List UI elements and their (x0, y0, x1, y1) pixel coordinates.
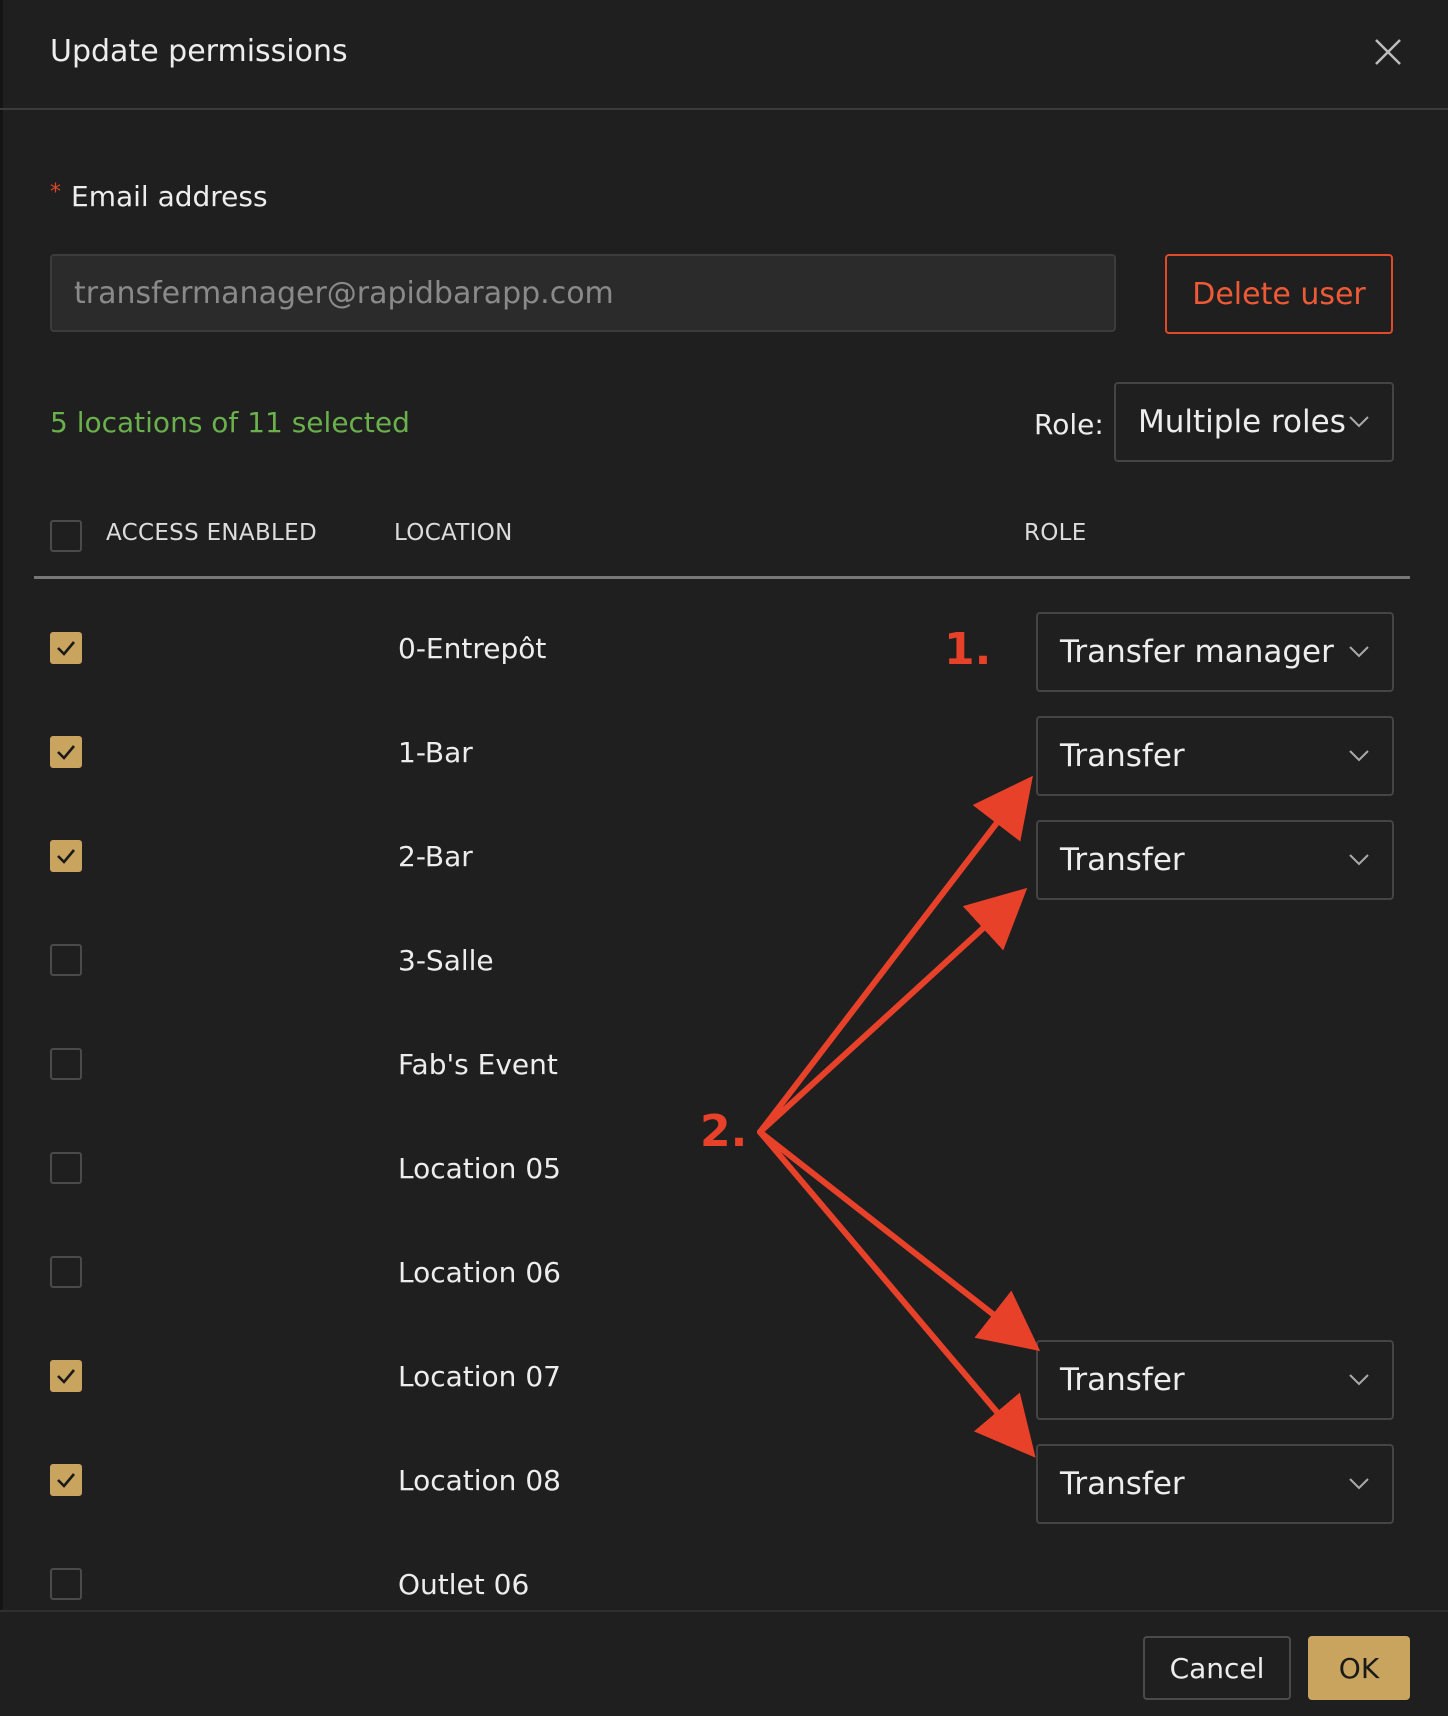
table-row: 3-Salle (0, 910, 1448, 1014)
location-name: Fab's Event (398, 1048, 558, 1081)
close-icon (1375, 39, 1401, 65)
access-checkbox[interactable] (50, 1152, 82, 1184)
check-icon (57, 1473, 75, 1488)
table-row: Fab's Event (0, 1014, 1448, 1118)
role-filter-label: Role: (1034, 408, 1104, 441)
role-filter-select[interactable]: Multiple roles (1114, 382, 1394, 462)
role-select[interactable]: Transfer (1036, 1444, 1394, 1524)
chevron-down-icon (1349, 416, 1369, 428)
table-row: Location 06 (0, 1222, 1448, 1326)
chevron-down-icon (1349, 854, 1369, 866)
chevron-down-icon (1349, 1374, 1369, 1386)
role-select[interactable]: Transfer (1036, 820, 1394, 900)
role-value: Transfer (1060, 1466, 1185, 1502)
location-name: 3-Salle (398, 944, 494, 977)
chevron-down-icon (1349, 646, 1369, 658)
access-checkbox[interactable] (50, 944, 82, 976)
cancel-button[interactable]: Cancel (1143, 1636, 1291, 1700)
access-checkbox[interactable] (50, 736, 82, 768)
location-name: 1-Bar (398, 736, 473, 769)
role-filter-value: Multiple roles (1138, 404, 1346, 440)
select-all-checkbox[interactable] (50, 520, 82, 552)
column-access-enabled: ACCESS ENABLED (106, 520, 317, 546)
location-name: 0-Entrepôt (398, 632, 547, 665)
dialog-header: Update permissions (0, 0, 1448, 110)
access-checkbox[interactable] (50, 1568, 82, 1600)
dialog-title: Update permissions (50, 34, 348, 69)
role-value: Transfer (1060, 842, 1185, 878)
role-select[interactable]: Transfer (1036, 1340, 1394, 1420)
table-row: 1-Bar Transfer (0, 702, 1448, 806)
location-name: Location 05 (398, 1152, 561, 1185)
role-select[interactable]: Transfer (1036, 716, 1394, 796)
access-checkbox[interactable] (50, 1048, 82, 1080)
column-role: ROLE (1024, 520, 1087, 546)
table-row: 0-Entrepôt Transfer manager (0, 598, 1448, 702)
chevron-down-icon (1349, 1478, 1369, 1490)
role-value: Transfer (1060, 1362, 1185, 1398)
annotation-label-1: 1. (944, 624, 992, 675)
check-icon (57, 849, 75, 864)
role-value: Transfer (1060, 738, 1185, 774)
email-field[interactable] (50, 254, 1116, 332)
role-value: Transfer manager (1060, 634, 1334, 670)
check-icon (57, 1369, 75, 1384)
access-checkbox[interactable] (50, 840, 82, 872)
column-location: LOCATION (394, 520, 513, 546)
access-checkbox[interactable] (50, 632, 82, 664)
access-checkbox[interactable] (50, 1464, 82, 1496)
email-label-text: Email address (71, 180, 268, 213)
table-row: Location 07 Transfer (0, 1326, 1448, 1430)
annotation-label-2: 2. (700, 1106, 748, 1157)
chevron-down-icon (1349, 750, 1369, 762)
location-name: Location 08 (398, 1464, 561, 1497)
selection-summary: 5 locations of 11 selected (50, 406, 410, 439)
table-header: ACCESS ENABLED LOCATION ROLE (34, 500, 1410, 579)
ok-button[interactable]: OK (1308, 1636, 1410, 1700)
update-permissions-dialog: Update permissions * Email address Delete… (0, 0, 1448, 1716)
check-icon (57, 641, 75, 656)
location-name: Location 06 (398, 1256, 561, 1289)
role-select[interactable]: Transfer manager (1036, 612, 1394, 692)
access-checkbox[interactable] (50, 1256, 82, 1288)
check-icon (57, 745, 75, 760)
dialog-footer: Cancel OK (0, 1610, 1448, 1716)
email-label: * Email address (50, 180, 268, 213)
location-name: Outlet 06 (398, 1568, 530, 1601)
location-name: Location 07 (398, 1360, 561, 1393)
access-checkbox[interactable] (50, 1360, 82, 1392)
close-button[interactable] (1370, 34, 1406, 70)
delete-user-button[interactable]: Delete user (1165, 254, 1393, 334)
location-name: 2-Bar (398, 840, 473, 873)
required-mark: * (50, 180, 61, 205)
table-row: 2-Bar Transfer (0, 806, 1448, 910)
table-row: Location 08 Transfer (0, 1430, 1448, 1534)
